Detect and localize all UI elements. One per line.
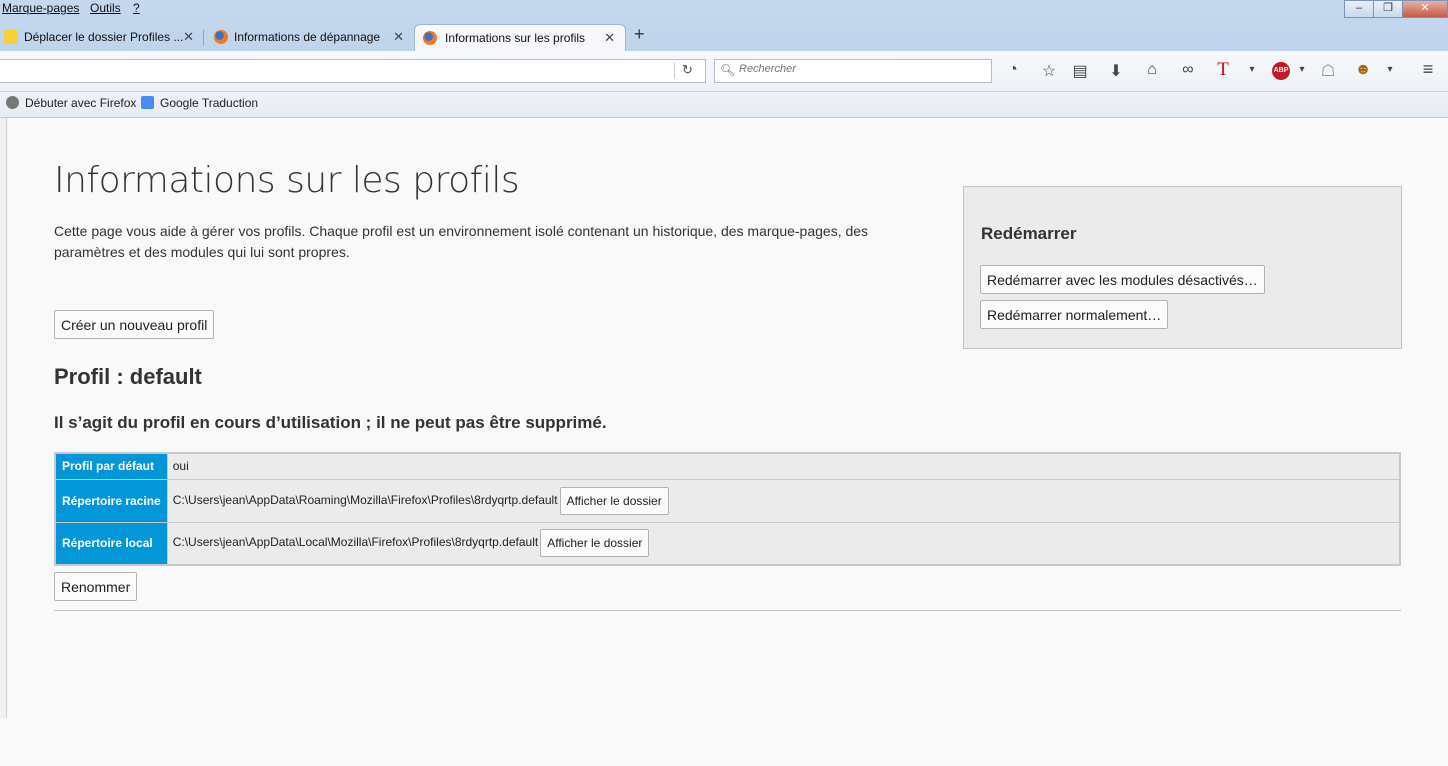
row-value-root-cell: C:\Users\jean\AppData\Roaming\Mozilla\Fi…: [166, 478, 1401, 523]
search-input[interactable]: [737, 62, 981, 76]
bookmarks-toolbar: Débuter avec Firefox Google Traduction: [0, 92, 1448, 118]
restart-safe-mode-button[interactable]: Redémarrer avec les modules désactivés…: [980, 265, 1265, 294]
star-icon[interactable]: ☆: [1039, 61, 1059, 81]
menu-bookmarks[interactable]: Marque-pages: [2, 1, 79, 15]
tab-strip: Déplacer le dossier Profiles ... ✕ Infor…: [0, 20, 1448, 51]
reload-icon[interactable]: ↻: [682, 62, 693, 78]
local-directory-path: C:\Users\jean\AppData\Local\Mozilla\Fire…: [172, 535, 539, 550]
url-bar[interactable]: ↻: [0, 59, 706, 83]
restart-heading: Redémarrer: [981, 224, 1077, 243]
row-value-default: oui: [166, 452, 1401, 480]
adblock-icon[interactable]: ABP: [1272, 62, 1290, 80]
menu-icon[interactable]: ≡: [1418, 59, 1438, 80]
show-root-folder-button[interactable]: Afficher le dossier: [559, 486, 669, 515]
rename-profile-button[interactable]: Renommer: [54, 572, 138, 601]
history-icon[interactable]: ◔: [1003, 61, 1023, 79]
navigation-bar: ↻ 🔍︎ ◔ ☆ ▤ ⬇ ⌂ ∞ T ▾ ABP ▾ ☖ ☻ ▾ ≡: [0, 51, 1448, 92]
bookmark-label: Google Traduction: [160, 96, 259, 110]
tab-profile-info[interactable]: Informations sur les profils ✕: [414, 24, 626, 51]
menu-help[interactable]: ?: [133, 1, 140, 15]
restart-panel: Redémarrer Redémarrer avec les modules d…: [963, 186, 1402, 349]
chevron-down-icon[interactable]: ▾: [1292, 64, 1312, 75]
tab-label: Déplacer le dossier Profiles ...: [24, 30, 184, 44]
mask-icon[interactable]: ∞: [1178, 61, 1198, 79]
firefox-icon: [214, 30, 228, 44]
tab-separator: [203, 30, 204, 46]
search-icon: 🔍︎: [720, 63, 736, 77]
search-box[interactable]: 🔍︎: [714, 59, 992, 83]
url-separator: [674, 63, 675, 79]
profile-table: Profil par défaut oui Répertoire racine …: [54, 452, 1401, 566]
tab-label: Informations sur les profils: [445, 31, 586, 45]
close-tab-icon[interactable]: ✕: [604, 25, 615, 51]
firefox-icon: [423, 31, 437, 45]
restore-icon[interactable]: ❐: [1373, 0, 1403, 18]
globe-icon: [6, 96, 19, 109]
browser-chrome: Marque-pages Outils ? – ❐ ✕ Déplacer le …: [0, 0, 1448, 118]
restart-normal-button[interactable]: Redémarrer normalement…: [980, 300, 1169, 329]
chevron-down-icon[interactable]: ▾: [1242, 64, 1262, 75]
home-icon[interactable]: ⌂: [1142, 61, 1162, 79]
row-label-default: Profil par défaut: [54, 452, 168, 480]
menubar: Marque-pages Outils ? – ❐ ✕: [0, 0, 1448, 18]
row-value-local-cell: C:\Users\jean\AppData\Local\Mozilla\Fire…: [166, 521, 1401, 566]
table-row: Répertoire local C:\Users\jean\AppData\L…: [54, 521, 1401, 566]
greasemonkey-icon[interactable]: ☻: [1353, 61, 1373, 79]
root-directory-path: C:\Users\jean\AppData\Roaming\Mozilla\Fi…: [172, 492, 558, 507]
table-row: Répertoire racine C:\Users\jean\AppData\…: [54, 478, 1401, 523]
text-t-icon[interactable]: T: [1213, 59, 1233, 81]
intro-text: Cette page vous aide à gérer vos profils…: [54, 223, 869, 260]
bookmark-google-translate[interactable]: Google Traduction: [141, 96, 258, 110]
sidebar-edge: [0, 118, 7, 718]
reading-list-icon[interactable]: ▤: [1070, 61, 1090, 81]
close-window-icon[interactable]: ✕: [1402, 0, 1448, 18]
window-controls: – ❐ ✕: [1344, 0, 1448, 18]
ghostery-icon[interactable]: ☖: [1318, 61, 1338, 81]
page-content: Informations sur les profils Cette page …: [0, 118, 1448, 766]
menu-tools[interactable]: Outils: [90, 1, 121, 15]
profile-heading: Profil : default: [54, 364, 202, 389]
close-tab-icon[interactable]: ✕: [183, 24, 194, 50]
lightbulb-icon: [4, 30, 18, 44]
chevron-down-icon[interactable]: ▾: [1380, 64, 1400, 75]
create-profile-button[interactable]: Créer un nouveau profil: [54, 310, 215, 339]
tab-label: Informations de dépannage: [234, 30, 381, 44]
google-translate-icon: [141, 96, 154, 109]
table-row: Profil par défaut oui: [54, 452, 1401, 480]
bookmark-label: Débuter avec Firefox: [25, 96, 137, 110]
minimize-icon[interactable]: –: [1344, 0, 1374, 18]
divider: [54, 610, 1401, 611]
row-label-root: Répertoire racine: [54, 478, 168, 523]
tab-troubleshooting[interactable]: Informations de dépannage ✕: [210, 24, 410, 50]
tab-move-profiles[interactable]: Déplacer le dossier Profiles ... ✕: [0, 24, 200, 50]
close-tab-icon[interactable]: ✕: [393, 24, 404, 50]
new-tab-icon[interactable]: +: [634, 24, 645, 45]
profile-note: Il s’agit du profil en cours d’utilisati…: [54, 413, 607, 432]
row-label-local: Répertoire local: [54, 521, 168, 566]
show-local-folder-button[interactable]: Afficher le dossier: [540, 529, 650, 558]
bookmark-getting-started[interactable]: Débuter avec Firefox: [6, 96, 136, 110]
page-title: Informations sur les profils: [54, 160, 520, 201]
download-icon[interactable]: ⬇: [1106, 61, 1126, 81]
